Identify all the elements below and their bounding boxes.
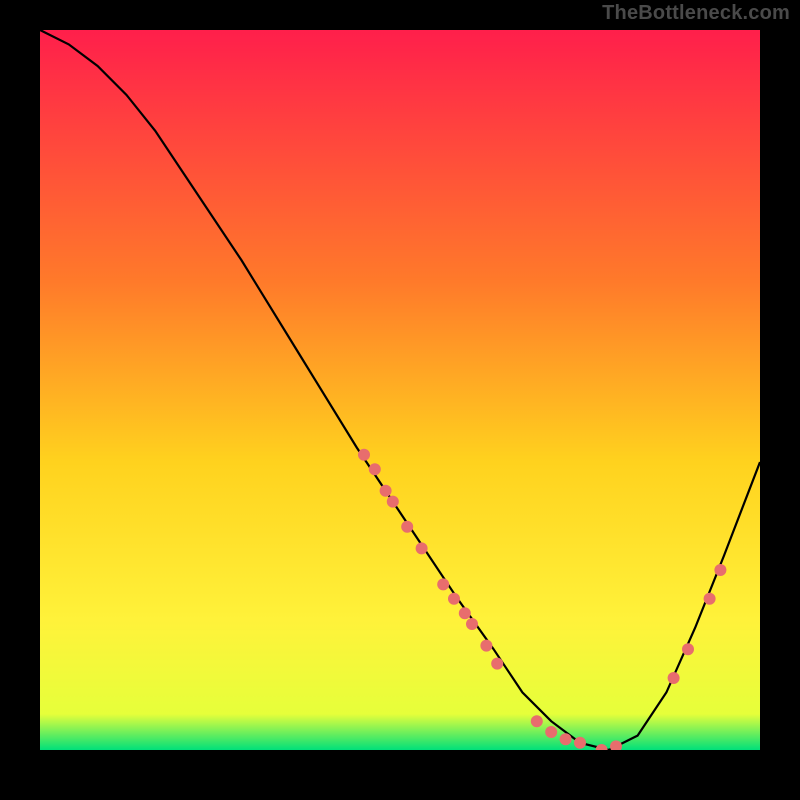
data-marker bbox=[380, 485, 392, 497]
data-marker bbox=[531, 715, 543, 727]
chart-svg bbox=[40, 30, 760, 750]
data-marker bbox=[682, 643, 694, 655]
data-marker bbox=[358, 449, 370, 461]
data-marker bbox=[466, 618, 478, 630]
data-marker bbox=[369, 463, 381, 475]
data-marker bbox=[480, 640, 492, 652]
data-marker bbox=[437, 578, 449, 590]
chart-frame: TheBottleneck.com bbox=[0, 0, 800, 800]
gradient-background bbox=[40, 30, 760, 750]
data-marker bbox=[545, 726, 557, 738]
data-marker bbox=[448, 593, 460, 605]
data-marker bbox=[401, 521, 413, 533]
data-marker bbox=[574, 737, 586, 749]
data-marker bbox=[416, 542, 428, 554]
watermark-text: TheBottleneck.com bbox=[602, 2, 790, 25]
data-marker bbox=[704, 593, 716, 605]
data-marker bbox=[714, 564, 726, 576]
data-marker bbox=[560, 733, 572, 745]
data-marker bbox=[387, 496, 399, 508]
chart-plot-area bbox=[40, 30, 760, 750]
data-marker bbox=[459, 607, 471, 619]
data-marker bbox=[491, 658, 503, 670]
data-marker bbox=[668, 672, 680, 684]
